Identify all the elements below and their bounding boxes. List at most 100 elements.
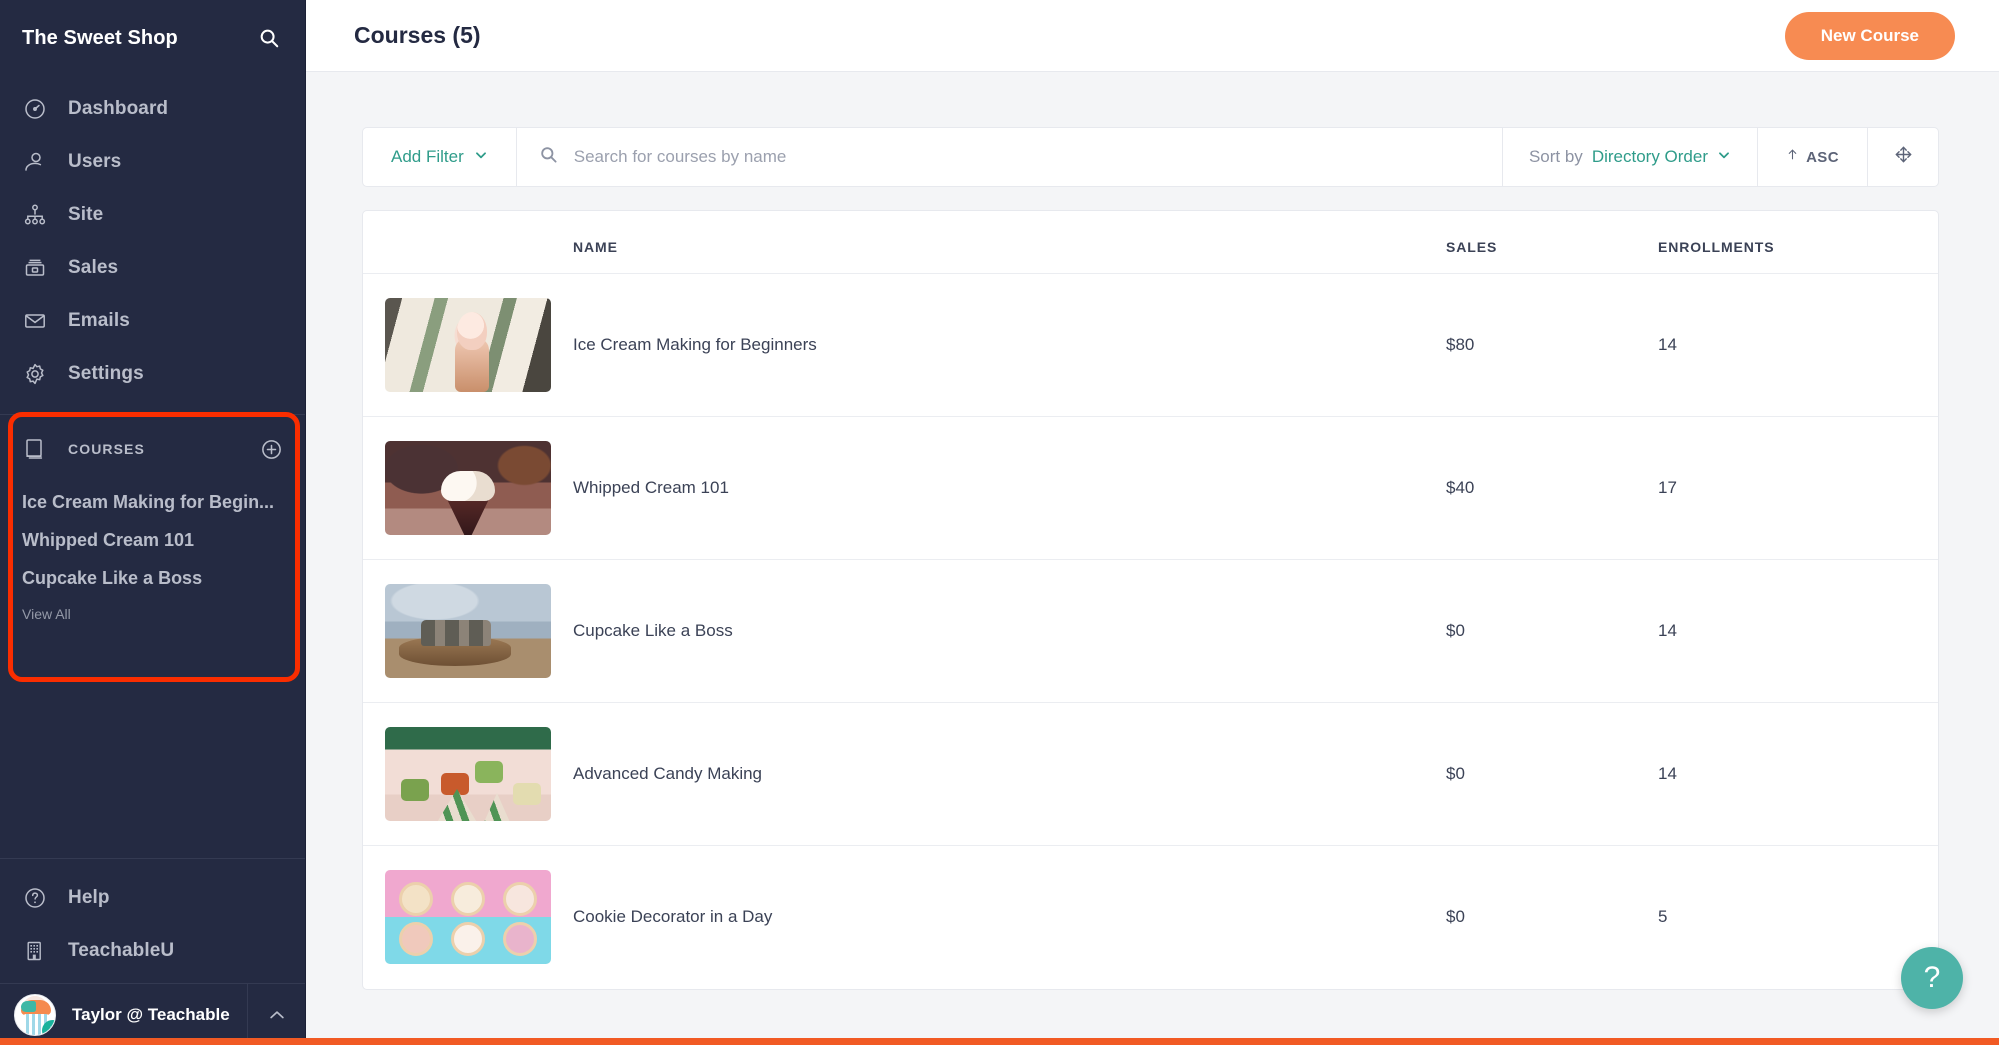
table-body: Ice Cream Making for Beginners $80 14 Wh… xyxy=(363,274,1938,989)
new-course-button[interactable]: New Course xyxy=(1785,12,1955,60)
sidebar-nav: Dashboard Users Site xyxy=(0,76,305,415)
whipped-cream-dessert-photo xyxy=(385,441,551,535)
table-row[interactable]: Cupcake Like a Boss $0 14 xyxy=(363,560,1938,703)
column-header-thumbnail xyxy=(363,211,565,274)
sidebar-item-label: Dashboard xyxy=(68,98,168,120)
search-icon[interactable] xyxy=(255,24,283,52)
plus-circle-icon[interactable] xyxy=(259,437,283,461)
course-sales: $0 xyxy=(1446,703,1658,846)
envelope-icon xyxy=(22,308,48,334)
add-filter-label: Add Filter xyxy=(391,147,464,167)
chevron-down-icon xyxy=(1717,148,1731,167)
course-name: Advanced Candy Making xyxy=(565,703,1446,846)
column-header-sales: SALES xyxy=(1446,211,1658,274)
course-name: Cupcake Like a Boss xyxy=(565,560,1446,703)
gear-icon xyxy=(22,361,48,387)
table-row[interactable]: Advanced Candy Making $0 14 xyxy=(363,703,1938,846)
scrollbar-gutter[interactable] xyxy=(1989,72,1999,1045)
cupcakes-on-wood-photo xyxy=(385,584,551,678)
move-icon xyxy=(1894,145,1913,169)
course-enrollments: 14 xyxy=(1658,703,1938,846)
view-all-link[interactable]: View All xyxy=(22,597,283,622)
course-sales: $0 xyxy=(1446,846,1658,989)
courses-table: NAME SALES ENROLLMENTS Ice Cream Making … xyxy=(363,211,1938,989)
sidebar-item-label: Sales xyxy=(68,257,118,279)
users-icon xyxy=(22,149,48,175)
sidebar-item-users[interactable]: Users xyxy=(0,135,305,188)
page-title: Courses (5) xyxy=(354,22,481,49)
brand-name: The Sweet Shop xyxy=(22,27,178,50)
sidebar-item-site[interactable]: Site xyxy=(0,188,305,241)
table-row[interactable]: Ice Cream Making for Beginners $80 14 xyxy=(363,274,1938,417)
chevron-down-icon xyxy=(474,148,488,167)
sort-by-value: Directory Order xyxy=(1592,147,1708,167)
help-fab-button[interactable]: ? xyxy=(1901,947,1963,1009)
sort-direction-button[interactable]: ASC xyxy=(1758,128,1868,186)
sidebar-spacer xyxy=(0,622,305,858)
arrow-up-icon xyxy=(1786,147,1799,167)
sidebar: The Sweet Shop Dashboard xyxy=(0,0,306,1045)
sidebar-item-label: Settings xyxy=(68,363,144,385)
sidebar-divider xyxy=(0,414,305,415)
courses-toolbar: Add Filter Sort xyxy=(362,127,1939,187)
sidebar-course-link[interactable]: Whipped Cream 101 xyxy=(22,521,283,559)
search-input[interactable] xyxy=(574,147,1480,167)
course-thumbnail-cell xyxy=(363,560,565,703)
column-header-name: NAME xyxy=(565,211,1446,274)
course-thumbnail-cell xyxy=(363,846,565,989)
app-root: The Sweet Shop Dashboard xyxy=(0,0,1999,1045)
sidebar-course-link[interactable]: Ice Cream Making for Begin... xyxy=(22,483,283,521)
sidebar-user-row[interactable]: t Taylor @ Teachable xyxy=(0,983,305,1045)
sidebar-item-label: Emails xyxy=(68,310,130,332)
course-enrollments: 14 xyxy=(1658,274,1938,417)
sidebar-bottom-divider xyxy=(0,858,305,859)
course-thumbnail-cell xyxy=(363,703,565,846)
user-name: Taylor @ Teachable xyxy=(72,1005,247,1025)
add-filter-dropdown[interactable]: Add Filter xyxy=(363,128,517,186)
courses-link-list: Ice Cream Making for Begin... Whipped Cr… xyxy=(22,483,283,622)
sitemap-icon xyxy=(22,202,48,228)
question-circle-icon xyxy=(22,885,48,911)
course-name: Whipped Cream 101 xyxy=(565,417,1446,560)
course-enrollments: 14 xyxy=(1658,560,1938,703)
book-icon xyxy=(22,436,48,462)
main-content: Courses (5) New Course Add Filter xyxy=(306,0,1999,1045)
search-field-wrapper xyxy=(517,128,1503,186)
candy-spread-photo xyxy=(385,727,551,821)
table-header: NAME SALES ENROLLMENTS xyxy=(363,211,1938,274)
sidebar-item-teachableu[interactable]: TeachableU xyxy=(0,924,305,977)
page-header: Courses (5) New Course xyxy=(306,0,1999,72)
sidebar-item-settings[interactable]: Settings xyxy=(0,347,305,400)
sidebar-item-dashboard[interactable]: Dashboard xyxy=(0,82,305,135)
table-row[interactable]: Whipped Cream 101 $40 17 xyxy=(363,417,1938,560)
course-name: Ice Cream Making for Beginners xyxy=(565,274,1446,417)
ice-cream-cone-photo xyxy=(385,298,551,392)
sidebar-item-sales[interactable]: Sales xyxy=(0,241,305,294)
course-sales: $0 xyxy=(1446,560,1658,703)
courses-section-header: COURSES xyxy=(22,427,283,471)
cash-register-icon xyxy=(22,255,48,281)
content-area: Add Filter Sort xyxy=(306,72,1999,1045)
courses-table-card: NAME SALES ENROLLMENTS Ice Cream Making … xyxy=(362,210,1939,990)
sidebar-item-help[interactable]: Help xyxy=(0,871,305,924)
column-header-enrollments: ENROLLMENTS xyxy=(1658,211,1938,274)
sort-by-dropdown[interactable]: Sort by Directory Order xyxy=(1503,128,1758,186)
bottom-accent-bar xyxy=(0,1038,1999,1045)
sort-by-label: Sort by xyxy=(1529,147,1583,167)
sidebar-item-emails[interactable]: Emails xyxy=(0,294,305,347)
chevron-up-icon[interactable] xyxy=(247,984,305,1045)
courses-section-title: COURSES xyxy=(68,441,239,457)
course-sales: $80 xyxy=(1446,274,1658,417)
sidebar-item-label: TeachableU xyxy=(68,940,174,962)
sidebar-course-link[interactable]: Cupcake Like a Boss xyxy=(22,559,283,597)
table-row[interactable]: Cookie Decorator in a Day $0 5 xyxy=(363,846,1938,989)
course-thumbnail-cell xyxy=(363,274,565,417)
sidebar-item-label: Users xyxy=(68,151,121,173)
reorder-button[interactable] xyxy=(1868,128,1938,186)
decorated-cookies-photo xyxy=(385,870,551,964)
sidebar-brand-row: The Sweet Shop xyxy=(0,0,305,76)
course-enrollments: 5 xyxy=(1658,846,1938,989)
sidebar-item-label: Help xyxy=(68,887,110,909)
sidebar-bottom-nav: Help TeachableU xyxy=(0,858,305,983)
sidebar-courses-section: COURSES Ice Cream Making for Begin... Wh… xyxy=(0,427,305,622)
